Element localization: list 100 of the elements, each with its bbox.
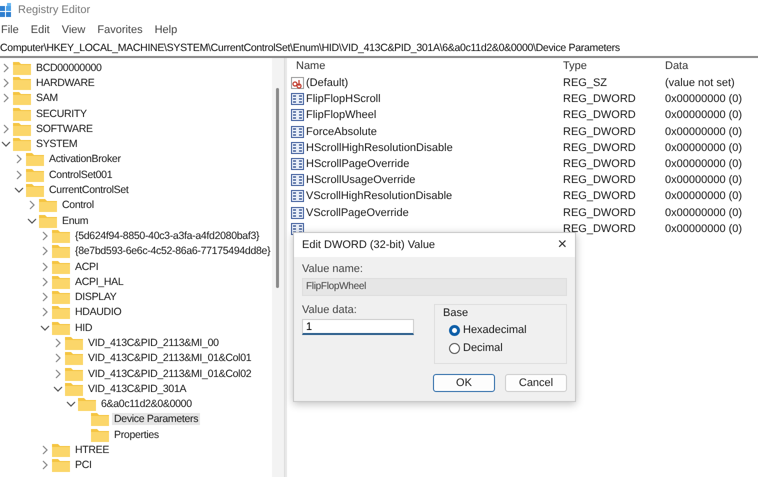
close-button[interactable]: × xyxy=(556,236,569,254)
folder-icon xyxy=(26,168,44,182)
value-name[interactable]: VScrollHighResolutionDisable xyxy=(306,190,452,202)
tree-item[interactable]: VID_413C&PID_2113&MI_01&Col01 xyxy=(86,352,254,364)
collapse-chevron-icon[interactable] xyxy=(26,216,39,226)
menu-item[interactable]: Edit xyxy=(30,24,50,36)
value-name[interactable]: FlipFlopHScroll xyxy=(306,93,381,106)
radio-label[interactable]: Hexadecimal xyxy=(463,324,527,336)
tree-item[interactable]: Device Parameters xyxy=(112,413,200,426)
tree-item[interactable]: Control xyxy=(60,199,96,212)
value-name[interactable]: VScrollPageOverride xyxy=(306,206,409,219)
folder-icon xyxy=(91,428,109,442)
tree-item[interactable]: CurrentControlSet xyxy=(47,184,131,196)
dialog-button[interactable]: OK xyxy=(433,374,495,392)
tree-item[interactable]: PCI xyxy=(73,459,94,472)
tree-item[interactable]: BCD00000000 xyxy=(34,62,104,74)
tree-item[interactable]: SECURITY xyxy=(34,108,89,120)
group-label: Base xyxy=(443,307,470,319)
folder-icon xyxy=(52,458,70,472)
tree-item[interactable]: VID_413C&PID_2113&MI_01&Col02 xyxy=(86,368,254,380)
folder-icon xyxy=(13,122,31,136)
tree-item[interactable]: {8e7bd593-6e6c-4c52-86a6-77175494dd8e} xyxy=(73,245,272,258)
value-type: REG_SZ xyxy=(563,77,608,90)
menu-item[interactable]: Favorites xyxy=(97,24,143,36)
tree-item[interactable]: HTREE xyxy=(73,444,112,456)
radio-label[interactable]: Decimal xyxy=(463,342,503,354)
column-header[interactable]: Name xyxy=(291,60,563,72)
collapse-chevron-icon[interactable] xyxy=(0,139,13,150)
value-data: 0x00000000 (0) xyxy=(665,222,744,235)
value-data-field[interactable]: 1 xyxy=(302,319,414,335)
value-data: (value not set) xyxy=(665,77,736,90)
tree-item[interactable]: {5d624f94-8850-40c3-a3fa-a4fd2080baf3} xyxy=(73,230,262,242)
address-bar[interactable]: Computer\HKEY_LOCAL_MACHINE\SYSTEM\CurrentControlSet\Enum\HID\VID_413C&PID_301A\6&a0c11d2&0&0000\Device Parameters xyxy=(0,40,758,58)
tree-item[interactable]: ACPI xyxy=(73,260,100,272)
folder-icon xyxy=(52,274,70,289)
window-title: Registry Editor xyxy=(18,4,90,16)
tree-item[interactable]: ActivationBroker xyxy=(47,153,123,166)
binary-value-icon xyxy=(291,174,304,186)
dialog-title: Edit DWORD (32-bit) Value xyxy=(302,239,436,251)
value-type: REG_DWORD xyxy=(563,109,637,122)
value-type: REG_DWORD xyxy=(563,158,637,170)
menu-item[interactable]: File xyxy=(1,24,19,36)
value-name[interactable]: ForceAbsolute xyxy=(306,126,377,138)
value-data: 0x00000000 (0) xyxy=(665,93,744,106)
tree-item[interactable]: VID_413C&PID_2113&MI_00 xyxy=(86,336,221,349)
column-header[interactable]: Type xyxy=(563,60,665,72)
tree-item[interactable]: 6&a0c11d2&0&0000 xyxy=(99,398,194,410)
binary-value-icon xyxy=(291,158,304,170)
folder-icon xyxy=(65,366,83,381)
folder-icon xyxy=(39,198,57,212)
collapse-chevron-icon[interactable] xyxy=(39,322,52,333)
folder-icon xyxy=(13,76,31,90)
value-type: REG_DWORD xyxy=(563,93,637,106)
folder-icon xyxy=(13,106,31,121)
scrollbar[interactable] xyxy=(272,58,285,477)
collapse-chevron-icon[interactable] xyxy=(13,185,26,196)
tree-item[interactable]: HDAUDIO xyxy=(73,306,124,318)
value-name-field[interactable]: FlipFlopWheel xyxy=(302,278,567,296)
menu-item[interactable]: View xyxy=(62,24,86,36)
collapse-chevron-icon[interactable] xyxy=(52,384,65,394)
dialog-button[interactable]: Cancel xyxy=(505,374,567,392)
radio-button[interactable] xyxy=(449,342,460,354)
value-name[interactable]: HScrollHighResolutionDisable xyxy=(306,142,453,154)
column-header[interactable]: Data xyxy=(665,60,758,72)
folder-icon xyxy=(65,382,83,396)
tree-item[interactable]: HID xyxy=(73,322,94,334)
folder-icon xyxy=(78,397,96,412)
tree-item[interactable]: VID_413C&PID_301A xyxy=(86,382,188,395)
tree-item[interactable]: ControlSet001 xyxy=(47,168,114,181)
value-name[interactable]: HScrollUsageOverride xyxy=(306,174,416,186)
tree-item[interactable]: Properties xyxy=(112,428,161,441)
folder-icon xyxy=(52,305,70,320)
folder-icon xyxy=(52,260,70,274)
folder-icon xyxy=(52,244,70,258)
tree-item[interactable]: Enum xyxy=(60,214,90,227)
binary-value-icon xyxy=(291,142,304,154)
tree-item[interactable]: SYSTEM xyxy=(34,138,80,150)
folder-icon xyxy=(39,214,57,228)
menu-item[interactable]: Help xyxy=(154,24,178,36)
value-name[interactable]: FlipFlopWheel xyxy=(306,109,376,122)
value-name[interactable]: (Default) xyxy=(306,77,348,90)
value-name[interactable]: HScrollPageOverride xyxy=(306,158,410,170)
binary-value-icon xyxy=(291,109,304,122)
tree-item[interactable]: DISPLAY xyxy=(73,291,118,304)
radio-button[interactable] xyxy=(449,324,460,336)
value-data: 0x00000000 (0) xyxy=(665,126,744,138)
collapse-chevron-icon[interactable] xyxy=(65,399,78,410)
string-value-icon xyxy=(291,77,304,90)
value-data: 0x00000000 (0) xyxy=(665,142,744,154)
registry-cubes-icon xyxy=(0,3,12,17)
binary-value-icon xyxy=(291,206,304,219)
folder-icon xyxy=(65,351,83,366)
binary-value-icon xyxy=(291,93,304,106)
tree-item[interactable]: HARDWARE xyxy=(34,76,96,89)
tree-item[interactable]: ACPI_HAL xyxy=(73,276,126,288)
tree-item[interactable]: SAM xyxy=(34,92,60,104)
value-type: REG_DWORD xyxy=(563,174,637,186)
folder-icon xyxy=(13,137,31,152)
tree-item[interactable]: SOFTWARE xyxy=(34,122,95,135)
folder-icon xyxy=(52,290,70,304)
